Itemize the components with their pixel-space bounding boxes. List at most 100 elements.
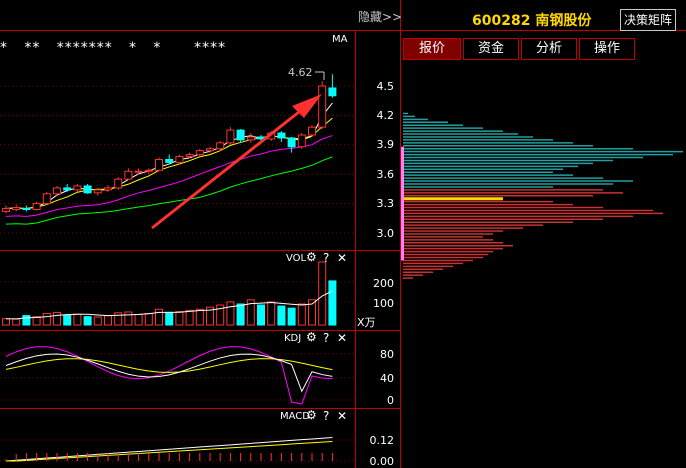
help-icon[interactable]: ? xyxy=(323,409,329,423)
tab-quote[interactable]: 报价 xyxy=(403,38,461,60)
volume-bar xyxy=(12,318,21,326)
volume-bar xyxy=(277,305,286,326)
candle-body xyxy=(124,170,133,180)
stock-name: 南钢股份 xyxy=(535,13,592,29)
close-icon[interactable]: ✕ xyxy=(337,409,347,423)
volume-bars xyxy=(2,261,337,326)
volume-bar xyxy=(185,309,194,326)
volume-bar xyxy=(2,318,10,326)
volume-bar xyxy=(73,313,82,326)
volume-unit: X万 xyxy=(357,316,376,329)
help-icon[interactable]: ? xyxy=(323,251,329,265)
candle-body xyxy=(277,132,286,139)
candle-body xyxy=(175,156,184,163)
gear-icon[interactable]: ⚙ xyxy=(306,408,317,422)
kdj-y-tick: 0 xyxy=(387,394,394,407)
volume-bar xyxy=(226,301,235,326)
signal-stars: * ** ******* * * **** xyxy=(0,40,227,56)
candle-body xyxy=(155,159,163,171)
kdj-lines xyxy=(5,346,333,405)
tab-funds[interactable]: 资金 xyxy=(463,38,519,60)
candle-body xyxy=(63,187,72,191)
candle-body xyxy=(2,208,10,212)
vol-y-tick: 200 xyxy=(373,277,394,290)
volume-bar xyxy=(53,311,61,326)
y-tick: 4.5 xyxy=(376,80,395,93)
y-tick: 4.2 xyxy=(376,109,395,122)
volume-bar xyxy=(22,315,31,326)
y-tick: 3.9 xyxy=(376,138,395,151)
close-icon[interactable]: ✕ xyxy=(337,331,347,345)
kdj-label: KDJ xyxy=(284,333,302,344)
volume-bar xyxy=(104,315,112,326)
y-tick: 3.0 xyxy=(376,227,395,240)
candle-body xyxy=(104,187,112,191)
candle-body xyxy=(216,142,225,150)
candle-body xyxy=(226,129,235,144)
volume-bar xyxy=(134,314,143,326)
vol-label: VOL xyxy=(286,253,307,264)
candle-body xyxy=(185,154,194,158)
chip-range-bracket xyxy=(401,146,404,261)
gear-icon[interactable]: ⚙ xyxy=(306,250,317,264)
candle-body xyxy=(206,148,214,152)
vol-y-tick: 100 xyxy=(373,297,394,310)
volume-bar xyxy=(165,311,174,326)
chart-canvas[interactable] xyxy=(0,0,686,468)
volume-bar xyxy=(144,312,153,326)
volume-bar xyxy=(83,316,92,326)
candle-body xyxy=(144,169,153,172)
volume-bar xyxy=(297,303,306,326)
candle-body xyxy=(134,170,143,173)
volume-bar xyxy=(257,304,265,326)
candle-body xyxy=(287,137,296,148)
candle-body xyxy=(328,87,337,97)
tab-operation[interactable]: 操作 xyxy=(579,38,635,60)
volume-bar xyxy=(318,261,327,326)
candle-body xyxy=(12,207,21,210)
volume-bar xyxy=(236,303,245,326)
chip-distribution xyxy=(401,112,683,279)
help-icon[interactable]: ? xyxy=(323,331,329,345)
volume-bar xyxy=(114,312,123,326)
peak-price-label: 4.62 xyxy=(288,66,313,79)
candle-body xyxy=(297,134,306,148)
volume-bar xyxy=(93,316,102,326)
volume-bar xyxy=(63,314,72,326)
y-tick: 3.6 xyxy=(376,168,395,181)
candle-body xyxy=(236,129,245,141)
candle-body xyxy=(93,189,102,194)
hide-panel-button[interactable]: 隐藏>> xyxy=(358,8,402,25)
volume-bar xyxy=(124,311,133,326)
volume-bar xyxy=(175,311,184,326)
stock-code: 600282 xyxy=(472,13,531,29)
candle-body xyxy=(308,126,316,136)
volume-bar xyxy=(328,280,337,326)
volume-bar xyxy=(267,301,276,326)
kdj-y-tick: 80 xyxy=(380,348,394,361)
tab-analysis[interactable]: 分析 xyxy=(521,38,577,60)
candle-body xyxy=(195,150,204,156)
ma-label: MA xyxy=(332,34,348,45)
candle-body xyxy=(246,136,255,141)
peak-marker xyxy=(315,71,325,80)
candlesticks xyxy=(2,74,337,214)
y-tick: 3.3 xyxy=(376,197,395,210)
candle-body xyxy=(42,193,51,205)
candle-body xyxy=(165,159,174,163)
candle-body xyxy=(32,203,41,210)
macd-y-tick: 0.12 xyxy=(369,434,395,447)
close-icon[interactable]: ✕ xyxy=(337,251,347,265)
decision-matrix-button[interactable]: 决策矩阵 xyxy=(620,9,676,31)
stock-title: 600282 南钢股份 xyxy=(472,10,591,30)
volume-bar xyxy=(155,308,163,326)
candle-body xyxy=(114,178,123,189)
candle-body xyxy=(22,208,31,210)
macd-y-tick: 0.00 xyxy=(369,455,395,468)
ma-line xyxy=(5,135,333,217)
panel-frames xyxy=(0,0,686,468)
macd-lines xyxy=(5,436,333,462)
gear-icon[interactable]: ⚙ xyxy=(306,330,317,344)
candle-body xyxy=(53,187,61,195)
candle-body xyxy=(73,185,82,191)
